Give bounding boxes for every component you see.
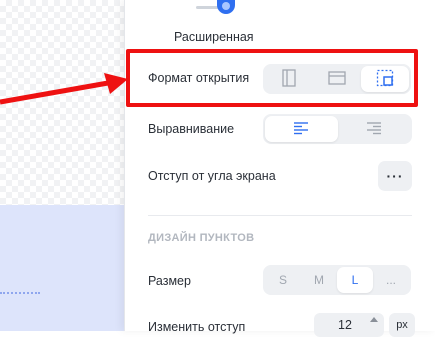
size-m-button[interactable]: M (301, 267, 337, 293)
corner-offset-label: Отступ от угла экрана (148, 169, 276, 183)
annotation-arrow-icon (0, 73, 128, 105)
corner-offset-more-button[interactable]: ··· (378, 161, 412, 191)
alignment-segmented (263, 114, 412, 144)
align-right-button[interactable] (338, 116, 411, 142)
size-more-button[interactable]: ... (373, 267, 409, 293)
indent-stepper[interactable]: 12 (314, 313, 384, 337)
stepper-up-icon[interactable] (370, 317, 378, 322)
highlight-frame (126, 49, 418, 107)
indent-unit-select[interactable]: px (389, 313, 415, 337)
section-divider (148, 215, 412, 216)
align-left-button[interactable] (265, 116, 338, 142)
size-s-button[interactable]: S (265, 267, 301, 293)
size-label: Размер (148, 274, 191, 288)
slider-caption: Расширенная (174, 30, 254, 44)
indent-value: 12 (338, 318, 352, 332)
align-right-icon (366, 121, 382, 138)
items-design-title: ДИЗАЙН ПУНКТОВ (148, 232, 255, 244)
size-segmented: S M L ... (263, 265, 411, 295)
alignment-label: Выравнивание (148, 122, 235, 136)
preview-dotted-line (0, 292, 40, 294)
align-left-icon (293, 121, 309, 138)
size-l-button[interactable]: L (337, 267, 373, 293)
indent-label: Изменить отступ (148, 320, 246, 334)
preview-block (0, 205, 124, 331)
